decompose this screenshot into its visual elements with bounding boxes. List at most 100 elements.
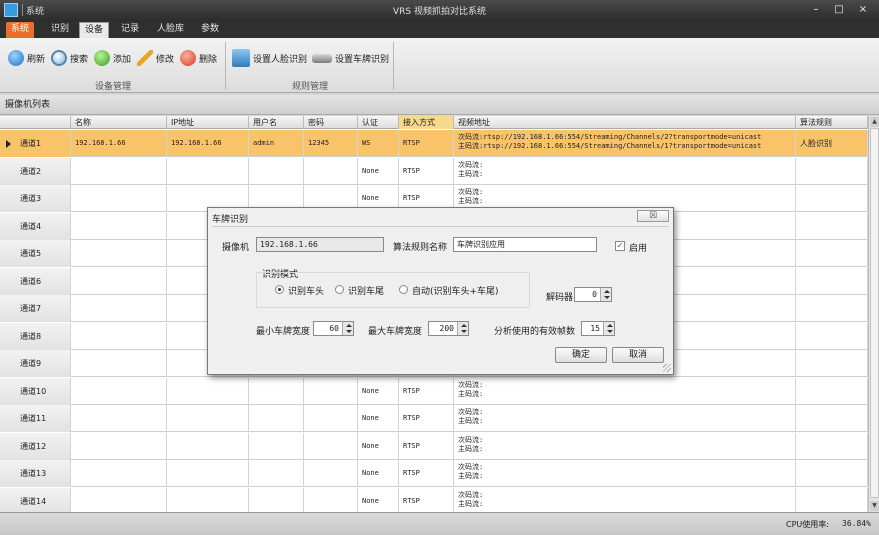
decoder-stepper[interactable]: 0 (574, 287, 612, 302)
name-cell[interactable]: 192.168.1.66 (71, 130, 167, 157)
name-cell[interactable] (71, 432, 167, 460)
table-row[interactable]: 通道11 None RTSP 次码流: 主码流: (0, 405, 868, 432)
algorithm-cell[interactable]: 人脸识别 (796, 130, 868, 157)
ip-cell[interactable] (167, 487, 249, 512)
access-cell[interactable]: RTSP (399, 487, 454, 512)
col-header-ip[interactable]: IP地址 (167, 116, 249, 129)
ok-button[interactable]: 确定 (555, 347, 607, 363)
name-cell[interactable] (71, 377, 167, 405)
search-button[interactable]: 搜索 (51, 48, 88, 68)
algorithm-cell[interactable] (796, 432, 868, 460)
row-header[interactable]: 通道12 (0, 432, 71, 460)
radio-front[interactable] (275, 285, 284, 294)
refresh-button[interactable]: 刷新 (8, 48, 45, 68)
video-url-cell[interactable]: 次码流: 主码流: (454, 432, 796, 460)
row-header[interactable]: 通道2 (0, 157, 71, 185)
video-url-cell[interactable]: 次码流:rtsp://192.168.1.66:554/Streaming/Ch… (454, 130, 796, 157)
password-cell[interactable]: 12345 (304, 130, 358, 157)
frames-stepper[interactable]: 15 (581, 321, 615, 336)
delete-button[interactable]: 删除 (180, 48, 217, 68)
maximize-button[interactable]: □ (831, 3, 847, 17)
user-cell[interactable] (249, 405, 304, 432)
user-cell[interactable]: admin (249, 130, 304, 157)
tab-records[interactable]: 记录 (116, 22, 144, 38)
access-cell[interactable]: RTSP (399, 377, 454, 405)
password-cell[interactable] (304, 460, 358, 487)
user-cell[interactable] (249, 460, 304, 487)
auth-cell[interactable]: None (358, 405, 399, 432)
table-row[interactable]: 通道2 None RTSP 次码流: 主码流: (0, 157, 868, 185)
table-row[interactable]: 通道13 None RTSP 次码流: 主码流: (0, 460, 868, 487)
edit-button[interactable]: 修改 (137, 48, 174, 68)
table-row[interactable]: 通道14 None RTSP 次码流: 主码流: (0, 487, 868, 512)
enable-checkbox[interactable]: ✓ (615, 241, 625, 251)
name-cell[interactable] (71, 460, 167, 487)
algorithm-cell[interactable] (796, 240, 868, 267)
row-header[interactable]: 通道4 (0, 212, 71, 240)
name-cell[interactable] (71, 267, 167, 295)
ip-cell[interactable] (167, 157, 249, 185)
row-header[interactable]: 通道9 (0, 350, 71, 377)
row-header[interactable]: 通道5 (0, 240, 71, 267)
row-header[interactable]: 通道13 (0, 460, 71, 487)
video-url-cell[interactable]: 次码流: 主码流: (454, 487, 796, 512)
name-cell[interactable] (71, 240, 167, 267)
password-cell[interactable] (304, 487, 358, 512)
rule-name-input[interactable]: 车牌识别应用 (453, 237, 597, 252)
name-cell[interactable] (71, 350, 167, 377)
dialog-close-button[interactable]: ☒ (637, 210, 669, 222)
table-row[interactable]: 通道10 None RTSP 次码流: 主码流: (0, 377, 868, 405)
col-header-algorithm[interactable]: 算法规则 (796, 116, 868, 129)
access-cell[interactable]: RTSP (399, 157, 454, 185)
algorithm-cell[interactable] (796, 185, 868, 212)
cancel-button[interactable]: 取消 (612, 347, 664, 363)
algorithm-cell[interactable] (796, 295, 868, 322)
set-plate-rule-button[interactable]: 设置车牌识别 (312, 48, 389, 68)
radio-rear[interactable] (335, 285, 344, 294)
row-header[interactable]: 通道7 (0, 295, 71, 322)
video-url-cell[interactable]: 次码流: 主码流: (454, 460, 796, 487)
scroll-up-icon[interactable]: ▲ (870, 117, 879, 127)
access-cell[interactable]: RTSP (399, 405, 454, 432)
row-header[interactable]: 通道14 (0, 487, 71, 512)
name-cell[interactable] (71, 295, 167, 322)
video-url-cell[interactable]: 次码流: 主码流: (454, 377, 796, 405)
algorithm-cell[interactable] (796, 157, 868, 185)
algorithm-cell[interactable] (796, 212, 868, 240)
min-width-spin-icon[interactable] (342, 322, 353, 335)
name-cell[interactable] (71, 185, 167, 212)
access-cell[interactable]: RTSP (399, 432, 454, 460)
scroll-down-icon[interactable]: ▼ (870, 501, 879, 511)
ip-cell[interactable] (167, 432, 249, 460)
frames-spin-icon[interactable] (603, 322, 614, 335)
user-cell[interactable] (249, 487, 304, 512)
table-row[interactable]: 通道1 192.168.1.66 192.168.1.66 admin 12345 WS R… (0, 130, 868, 157)
access-cell[interactable]: RTSP (399, 460, 454, 487)
col-header-password[interactable]: 密码 (304, 116, 358, 129)
tab-parameters[interactable]: 参数 (196, 22, 224, 38)
ip-cell[interactable] (167, 405, 249, 432)
password-cell[interactable] (304, 432, 358, 460)
algorithm-cell[interactable] (796, 267, 868, 295)
row-header[interactable]: 通道8 (0, 322, 71, 350)
access-cell[interactable]: RTSP (399, 130, 454, 157)
algorithm-cell[interactable] (796, 350, 868, 377)
user-cell[interactable] (249, 157, 304, 185)
scroll-thumb[interactable] (870, 128, 879, 498)
video-url-cell[interactable]: 次码流: 主码流: (454, 157, 796, 185)
tab-recognize[interactable]: 识别 (46, 22, 74, 38)
vertical-scrollbar[interactable]: ▲ ▼ (868, 116, 879, 512)
min-width-stepper[interactable]: 60 (313, 321, 354, 336)
name-cell[interactable] (71, 322, 167, 350)
password-cell[interactable] (304, 377, 358, 405)
col-header-url[interactable]: 视频地址 (454, 116, 796, 129)
password-cell[interactable] (304, 157, 358, 185)
name-cell[interactable] (71, 212, 167, 240)
col-header-user[interactable]: 用户名 (249, 116, 304, 129)
add-button[interactable]: 添加 (94, 48, 131, 68)
radio-auto[interactable] (399, 285, 408, 294)
col-header-name[interactable]: 名称 (71, 116, 167, 129)
max-width-spin-icon[interactable] (457, 322, 468, 335)
ip-cell[interactable] (167, 377, 249, 405)
tab-face-library[interactable]: 人脸库 (152, 22, 189, 38)
